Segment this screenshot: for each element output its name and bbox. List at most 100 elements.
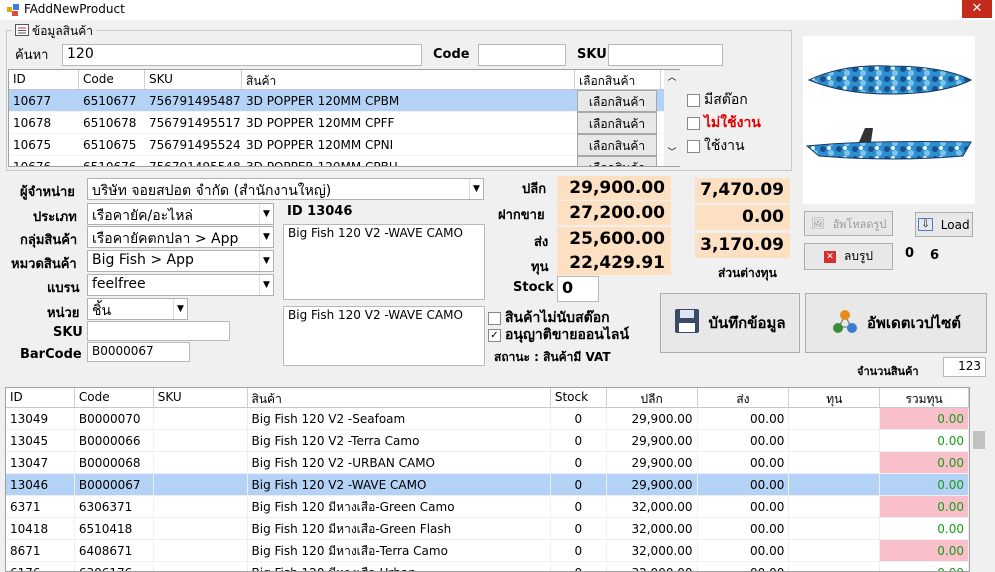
unit-select[interactable]: ชิ้น ▼ [87, 298, 188, 320]
type-select[interactable]: เรือคายัค/อะไหล่ ▼ [87, 203, 274, 225]
diff-wholesale: 3,170.09 [695, 233, 790, 258]
wholesale-price[interactable]: 25,600.00 [557, 227, 671, 251]
cell-sku [154, 496, 248, 517]
retail-label: ปลีก [522, 182, 547, 197]
table-row[interactable]: 8671 6408671 Big Fish 120 มีหางเสือ-Terra … [6, 540, 969, 562]
stock-label: Stock [513, 280, 554, 295]
load-image-button[interactable]: ⇩ Load [915, 212, 973, 237]
group-select[interactable]: เรือคายัคตกปลา > App ▼ [87, 226, 274, 248]
col-id[interactable]: ID [6, 388, 75, 407]
table-row[interactable]: 13049 B0000070 Big Fish 120 V2 -Seafoam 0 29… [6, 408, 969, 430]
allow-online-checkbox[interactable]: ✓ อนุญาติขายออนไลน์ [488, 324, 629, 346]
brand-select[interactable]: feelfree ▼ [87, 274, 274, 296]
upload-image-button[interactable]: 🖼 อัพโหลดรูป [804, 211, 893, 236]
cell-sku [154, 452, 248, 473]
chevron-down-icon: ▼ [173, 299, 187, 319]
select-product-button[interactable]: เลือกสินค้า [577, 111, 657, 134]
cell-code: 6306371 [75, 496, 154, 517]
col-total-cost[interactable]: รวมทุน [880, 388, 969, 407]
retail-price[interactable]: 29,900.00 [557, 176, 671, 200]
description-textarea[interactable]: Big Fish 120 V2 -WAVE CAMO [283, 224, 485, 300]
stock-field[interactable]: 0 [557, 276, 599, 302]
cell-retail: 32,000.00 [607, 518, 698, 539]
table-row[interactable]: 6371 6306371 Big Fish 120 มีหางเสือ-Green … [6, 496, 969, 518]
table-row[interactable]: 10675 6510675 756791495524 3D POPPER 120MM … [9, 133, 679, 156]
cell-cost [789, 452, 881, 473]
update-website-button[interactable]: อัพเดตเวปไซต์ [805, 293, 987, 353]
select-product-button[interactable]: เลือกสินค้า [577, 155, 657, 166]
in-stock-checkbox[interactable]: มีสต๊อก [687, 89, 748, 111]
col-sku[interactable]: SKU [145, 70, 242, 89]
cell-ws: 00.00 [698, 540, 790, 561]
save-button[interactable]: บันทึกข้อมูล [660, 293, 800, 353]
cell-stock: 0 [551, 540, 607, 561]
cell-stock: 0 [551, 408, 607, 429]
col-stock[interactable]: Stock [551, 388, 607, 407]
cost-price[interactable]: 22,429.91 [557, 251, 671, 275]
search-input[interactable]: 120 [62, 44, 422, 66]
description2-textarea[interactable]: Big Fish 120 V2 -WAVE CAMO [283, 306, 485, 366]
sku-search-input[interactable] [608, 44, 723, 66]
cell-stock: 0 [551, 562, 607, 571]
bottom-grid-scrollbar[interactable] [971, 387, 987, 572]
table-row[interactable]: 61766306176Big Fish 120 มีหางเสือ-Urban0… [6, 562, 969, 571]
col-cost[interactable]: ทุน [789, 388, 881, 407]
col-retail[interactable]: ปลีก [607, 388, 698, 407]
select-product-button[interactable]: เลือกสินค้า [577, 89, 657, 112]
chevron-down-icon: ▼ [259, 251, 273, 271]
delete-image-button[interactable]: ✕ ลบรูป [804, 243, 893, 270]
col-code[interactable]: Code [79, 70, 145, 89]
chevron-down-icon: ▼ [469, 179, 483, 199]
col-name[interactable]: สินค้า [248, 388, 551, 407]
chevron-down-icon: ▼ [259, 227, 273, 247]
col-code[interactable]: Code [75, 388, 154, 407]
top-grid-scrollbar[interactable]: ︿ ﹀ [664, 70, 680, 166]
consign-label: ฝากขาย [498, 208, 545, 223]
table-row[interactable]: 10678 6510678 756791495517 3D POPPER 120MM … [9, 111, 679, 134]
cell-total: 0.00 [880, 496, 969, 517]
table-row[interactable]: 13046 B0000067 Big Fish 120 V2 -WAVE CAMO 0… [6, 474, 969, 496]
category-select[interactable]: Big Fish > App ▼ [87, 250, 274, 272]
code-search-input[interactable] [478, 44, 566, 66]
active-checkbox[interactable]: ใช้งาน [687, 135, 745, 157]
cell-id: 6176 [6, 562, 75, 571]
cell-name: Big Fish 120 V2 -URBAN CAMO [248, 452, 551, 473]
sku-field[interactable] [87, 321, 230, 341]
supplier-select[interactable]: บริษัท จอยสปอต จำกัด (สำนักงานใหญ่) ▼ [87, 178, 484, 200]
grid-header: ID Code SKU สินค้า Stock ปลีก ส่ง ทุน รว… [6, 388, 969, 408]
select-product-button[interactable]: เลือกสินค้า [577, 133, 657, 156]
cell-stock: 0 [551, 496, 607, 517]
chevron-down-icon: ▼ [259, 275, 273, 295]
cell-total: 0.00 [880, 562, 969, 571]
table-row[interactable]: 10418 6510418 Big Fish 120 มีหางเสือ-Green… [6, 518, 969, 540]
barcode-field[interactable]: B0000067 [87, 342, 190, 362]
cell-total: 0.00 [880, 452, 969, 473]
cell-code: 6510418 [75, 518, 154, 539]
col-sku[interactable]: SKU [154, 388, 248, 407]
col-select[interactable]: เลือกสินค้า [575, 70, 661, 89]
cell-id: 13049 [6, 408, 75, 429]
table-row[interactable]: 10677 6510677 756791495487 3D POPPER 120MM … [9, 89, 679, 112]
cell-id: 13045 [6, 430, 75, 451]
col-name[interactable]: สินค้า [242, 70, 575, 89]
product-image [803, 36, 975, 204]
cell-code: B0000067 [75, 474, 154, 495]
cell-id: 8671 [6, 540, 75, 561]
col-id[interactable]: ID [9, 70, 79, 89]
close-button[interactable]: ✕ [962, 0, 992, 18]
consign-price[interactable]: 27,200.00 [557, 201, 671, 225]
cell-ws: 00.00 [698, 430, 790, 451]
inactive-checkbox[interactable]: ไม่ใช้งาน [687, 112, 761, 134]
table-row[interactable]: 10676 6510676 756791495548 3D POPPER 120MM … [9, 155, 679, 166]
wholesale-label: ส่ง [534, 235, 549, 250]
cell-id: 13046 [6, 474, 75, 495]
scroll-thumb[interactable] [973, 431, 985, 449]
cell-retail: 32,000.00 [607, 540, 698, 561]
unit-label: หน่วย [47, 306, 80, 321]
table-row[interactable]: 13045 B0000066 Big Fish 120 V2 -Terra Camo… [6, 430, 969, 452]
cell-code: B0000066 [75, 430, 154, 451]
table-row[interactable]: 13047 B0000068 Big Fish 120 V2 -URBAN CAMO… [6, 452, 969, 474]
scroll-up-icon[interactable]: ︿ [664, 70, 680, 83]
scroll-down-icon[interactable]: ﹀ [664, 145, 680, 158]
col-wholesale[interactable]: ส่ง [698, 388, 790, 407]
